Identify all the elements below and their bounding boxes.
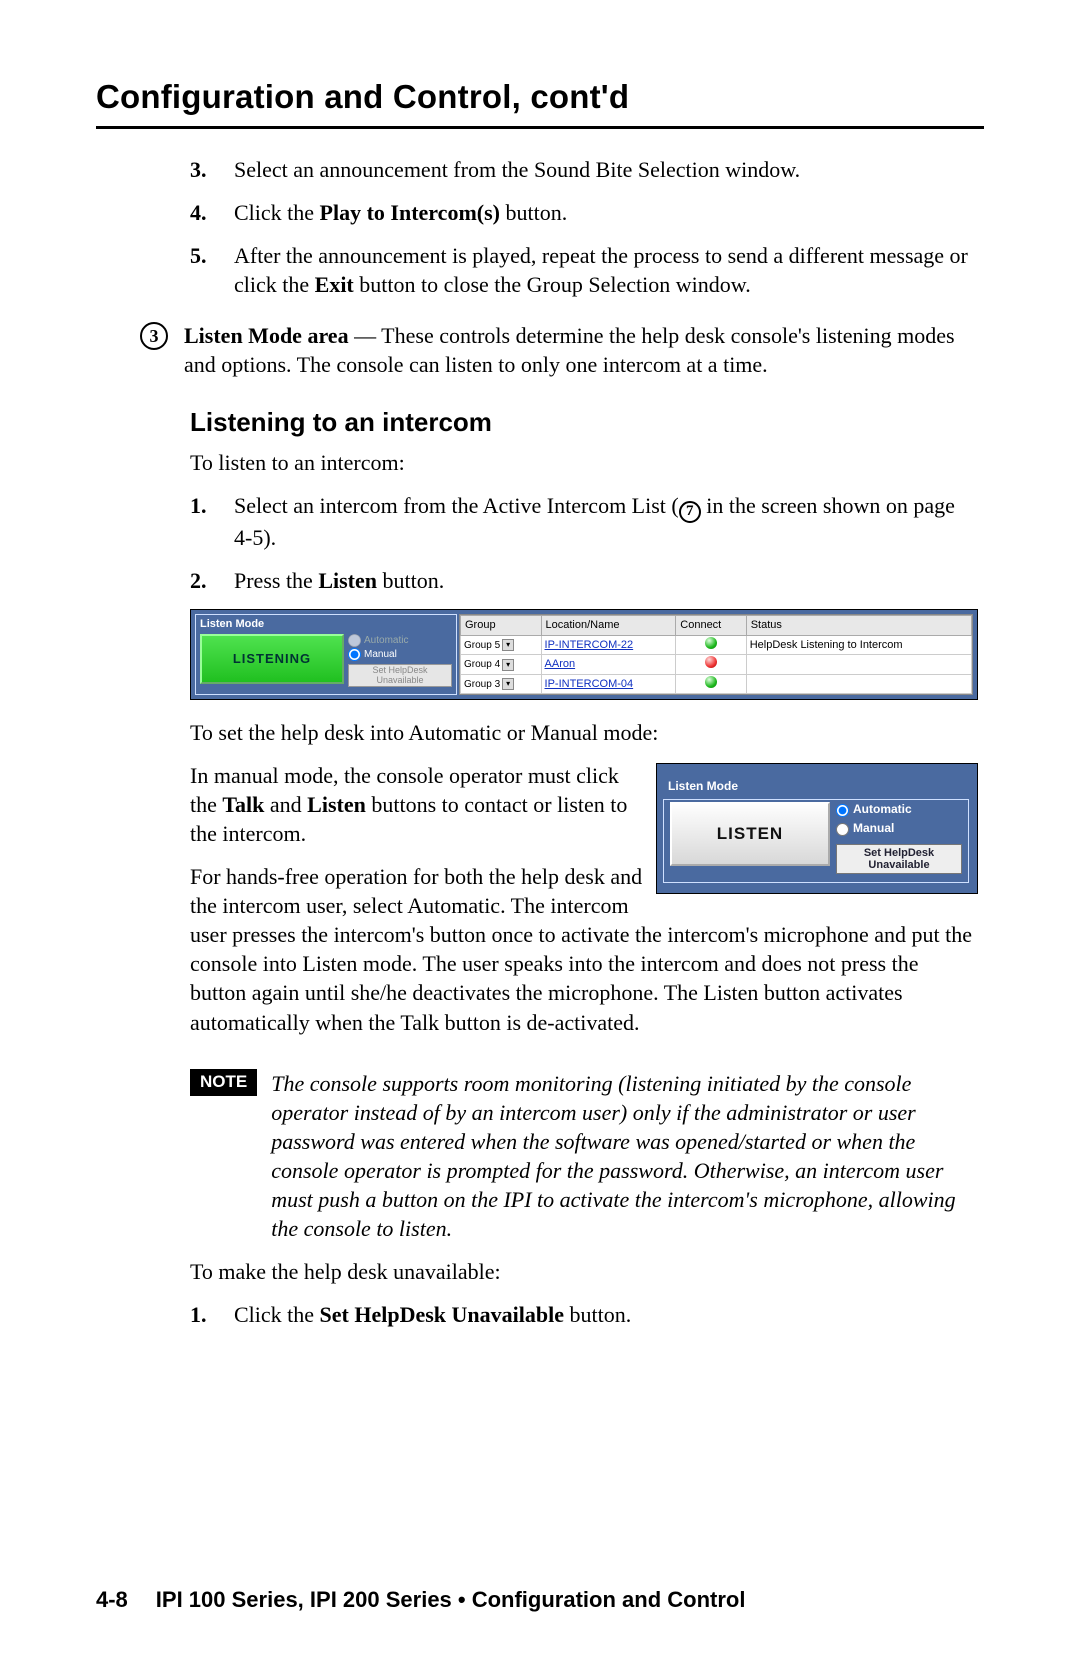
list-number: 3. [190,155,234,184]
table-row[interactable]: Group 5▾ IP-INTERCOM-22 HelpDesk Listeni… [461,635,972,655]
page-number: 4-8 [96,1587,128,1613]
listen-mode-small-figure: Listen Mode LISTEN Automatic Manual Set … [656,763,978,894]
step-5: 5. After the announcement is played, rep… [190,241,978,299]
intercom-link[interactable]: IP-INTERCOM-22 [545,639,634,651]
list-text: Press the Listen button. [234,566,978,595]
page-title: Configuration and Control, cont'd [96,78,984,116]
note-block: NOTE The console supports room monitorin… [190,1069,978,1243]
list-number: 2. [190,566,234,595]
note-text: The console supports room monitoring (li… [271,1069,978,1243]
list-text: Click the Play to Intercom(s) button. [234,198,978,227]
intercom-link[interactable]: AAron [545,658,576,670]
manual-radio[interactable]: Manual [836,821,962,837]
callout-text: Listen Mode area — These controls determ… [184,321,984,379]
callout-7-icon: 7 [679,501,701,523]
status-text [746,674,971,694]
body-column: 3. Select an announcement from the Sound… [190,155,978,299]
list-number: 5. [190,241,234,299]
step-4: 4. Click the Play to Intercom(s) button. [190,198,978,227]
list-number: 1. [190,1300,234,1329]
automatic-radio[interactable]: Automatic [348,634,452,647]
col-location: Location/Name [541,616,676,636]
col-connect: Connect [676,616,746,636]
step-3: 3. Select an announcement from the Sound… [190,155,978,184]
chevron-down-icon[interactable]: ▾ [502,639,514,651]
list-text: Select an intercom from the Active Inter… [234,491,978,552]
table-row[interactable]: Group 3▾ IP-INTERCOM-04 [461,674,972,694]
intro-text: To listen to an intercom: [190,448,978,477]
callout-3: 3 Listen Mode area — These controls dete… [140,321,984,379]
status-text [746,655,971,675]
intercom-link[interactable]: IP-INTERCOM-04 [545,678,634,690]
group-dropdown[interactable]: Group 3▾ [464,678,514,691]
note-badge: NOTE [190,1069,257,1096]
callout-circle-icon: 3 [140,322,168,350]
intercom-table: Group Location/Name Connect Status Group… [459,614,973,695]
list-number: 1. [190,491,234,552]
step-c1: 1. Click the Set HelpDesk Unavailable bu… [190,1300,978,1329]
title-rule [96,126,984,129]
list-number: 4. [190,198,234,227]
page: Configuration and Control, cont'd 3. Sel… [0,0,1080,1669]
list-text: Select an announcement from the Sound Bi… [234,155,978,184]
col-group: Group [461,616,542,636]
step-b1: 1. Select an intercom from the Active In… [190,491,978,552]
status-text: HelpDesk Listening to Intercom [746,635,971,655]
para-setmode: To set the help desk into Automatic or M… [190,718,978,747]
listening-button[interactable]: LISTENING [200,634,344,684]
chevron-down-icon[interactable]: ▾ [502,678,514,690]
set-helpdesk-unavailable-button[interactable]: Set HelpDesk Unavailable [348,664,452,687]
list-text: Click the Set HelpDesk Unavailable butto… [234,1300,978,1329]
set-helpdesk-unavailable-button[interactable]: Set HelpDeskUnavailable [836,844,962,874]
panel-title: Listen Mode [665,779,741,795]
col-status: Status [746,616,971,636]
para-unavailable: To make the help desk unavailable: [190,1257,978,1286]
section-heading: Listening to an intercom [190,407,984,438]
status-dot-icon [705,656,717,668]
table-header: Group Location/Name Connect Status [461,616,972,636]
mode-options: Automatic Manual Set HelpDesk Unavailabl… [348,634,452,687]
group-dropdown[interactable]: Group 5▾ [464,639,514,652]
status-dot-icon [705,676,717,688]
footer-text: IPI 100 Series, IPI 200 Series • Configu… [156,1587,746,1613]
step-b2: 2. Press the Listen button. [190,566,978,595]
list-text: After the announcement is played, repeat… [234,241,978,299]
listen-mode-figure: Listen Mode LISTENING Automatic Manual S… [190,609,978,700]
page-footer: 4-8 IPI 100 Series, IPI 200 Series • Con… [96,1587,984,1613]
status-dot-icon [705,637,717,649]
body-column: To listen to an intercom: 1. Select an i… [190,448,978,1329]
chevron-down-icon[interactable]: ▾ [502,659,514,671]
manual-radio[interactable]: Manual [348,648,452,661]
automatic-radio[interactable]: Automatic [836,802,962,818]
listen-button[interactable]: LISTEN [670,802,830,866]
listen-mode-panel: Listen Mode LISTENING Automatic Manual S… [195,614,457,695]
table-row[interactable]: Group 4▾ AAron [461,655,972,675]
group-dropdown[interactable]: Group 4▾ [464,658,514,671]
panel-title: Listen Mode [200,617,452,632]
